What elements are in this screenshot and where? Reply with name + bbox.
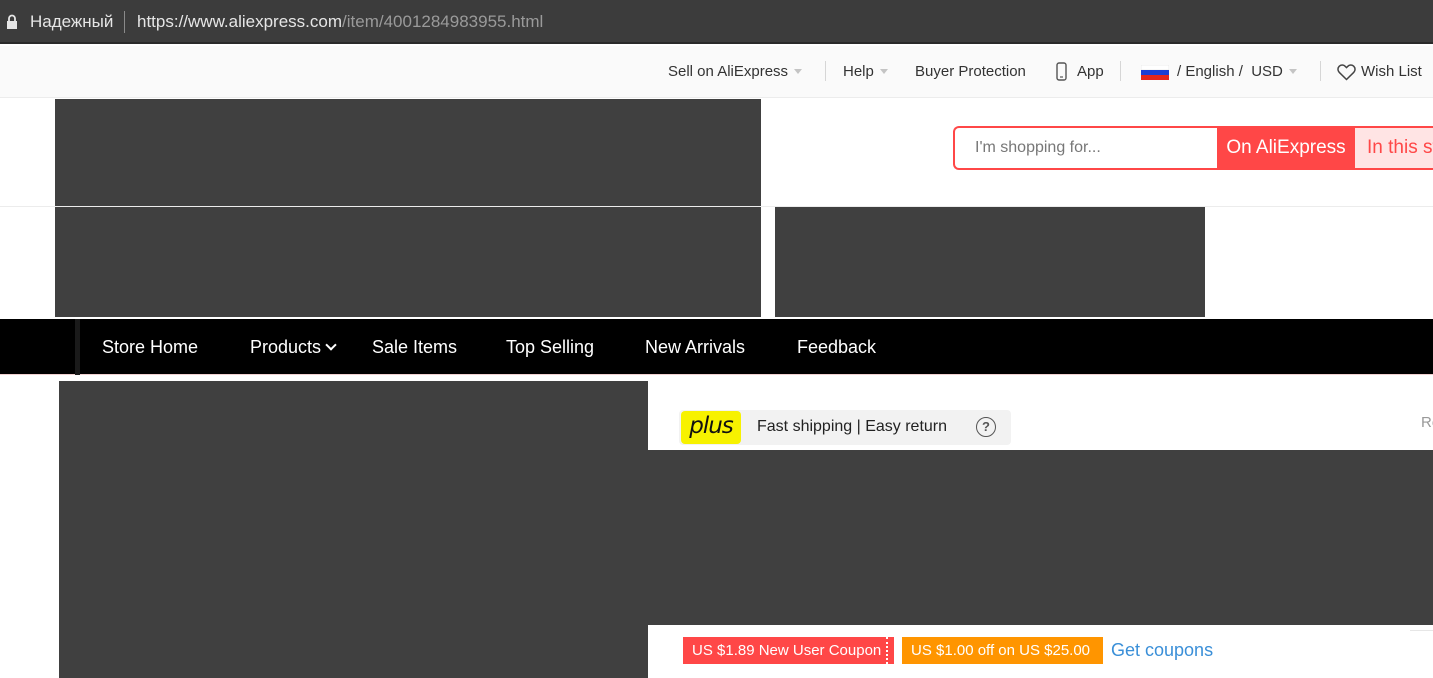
help-label: Help xyxy=(843,63,874,80)
phone-icon xyxy=(1056,62,1067,81)
plus-benefits-text: Fast shipping | Easy return xyxy=(757,418,948,435)
search-input[interactable] xyxy=(955,128,1217,168)
coupon-new-user[interactable]: US $1.89 New User Coupon xyxy=(683,637,894,664)
nav-divider xyxy=(1320,61,1321,81)
app-link[interactable]: App xyxy=(1077,63,1104,80)
secure-label: Надежный xyxy=(30,12,114,31)
store-nav-sale-items[interactable]: Sale Items xyxy=(372,337,457,358)
wish-list-link[interactable]: Wish List xyxy=(1361,63,1422,80)
products-label: Products xyxy=(250,337,322,357)
store-nav-new-arrivals[interactable]: New Arrivals xyxy=(645,337,745,358)
header-divider xyxy=(0,206,1433,207)
reviews-link-partial[interactable]: Re xyxy=(1421,414,1433,431)
nav-divider xyxy=(825,61,826,81)
store-nav-feedback[interactable]: Feedback xyxy=(797,337,876,358)
product-title-price-redacted xyxy=(648,450,1433,625)
language-label: / English / xyxy=(1177,63,1243,80)
russia-flag-icon xyxy=(1141,65,1169,80)
top-nav: Sell on AliExpress Help Buyer Protection… xyxy=(0,46,1433,98)
store-nav-edge xyxy=(75,319,80,375)
help-link[interactable]: Help xyxy=(843,63,888,80)
store-nav: Store Home Products Sale Items Top Selli… xyxy=(0,319,1433,375)
currency-label: USD xyxy=(1251,63,1283,80)
coupon-store-discount[interactable]: US $1.00 off on US $25.00 xyxy=(902,637,1103,664)
language-currency-selector[interactable]: / English / USD xyxy=(1177,63,1297,80)
coupon-perforation xyxy=(886,637,888,664)
store-banner-redacted xyxy=(55,99,761,317)
store-nav-top-selling[interactable]: Top Selling xyxy=(506,337,594,358)
caret-down-icon xyxy=(794,69,803,74)
help-circle-icon[interactable]: ? xyxy=(976,417,996,437)
plus-banner: plus Fast shipping | Easy return ? xyxy=(679,410,1011,445)
browser-address-bar: Надежный https://www.aliexpress.com/item… xyxy=(0,0,1433,44)
url-host: https://www.aliexpress.com xyxy=(137,12,343,31)
caret-down-icon xyxy=(879,69,888,74)
coupon-label: US $1.00 off on US $25.00 xyxy=(911,642,1091,659)
sell-on-aliexpress-link[interactable]: Sell on AliExpress xyxy=(668,63,803,80)
chevron-down-icon xyxy=(325,339,337,351)
search-bar: On AliExpress In this st xyxy=(953,126,1433,170)
url-path: /item/4001284983955.html xyxy=(342,12,544,31)
nav-divider xyxy=(1120,61,1121,81)
get-coupons-link[interactable]: Get coupons xyxy=(1111,640,1213,661)
url-field[interactable]: https://www.aliexpress.com/item/40012849… xyxy=(137,12,543,32)
caret-down-icon xyxy=(1288,69,1297,74)
heart-icon xyxy=(1337,64,1356,81)
url-separator xyxy=(124,11,125,33)
buyer-protection-link[interactable]: Buyer Protection xyxy=(915,63,1026,80)
section-divider xyxy=(1410,630,1433,631)
search-on-aliexpress-button[interactable]: On AliExpress xyxy=(1217,128,1355,168)
plus-badge: plus xyxy=(681,411,741,444)
store-nav-store-home[interactable]: Store Home xyxy=(102,337,198,358)
coupon-label: US $1.89 New User Coupon xyxy=(692,642,882,659)
store-info-redacted xyxy=(775,207,1205,317)
store-nav-products[interactable]: Products xyxy=(250,337,337,358)
lock-icon xyxy=(7,14,17,29)
product-image-redacted xyxy=(59,381,648,678)
search-in-store-button[interactable]: In this st xyxy=(1355,128,1433,168)
sell-label: Sell on AliExpress xyxy=(668,63,789,80)
